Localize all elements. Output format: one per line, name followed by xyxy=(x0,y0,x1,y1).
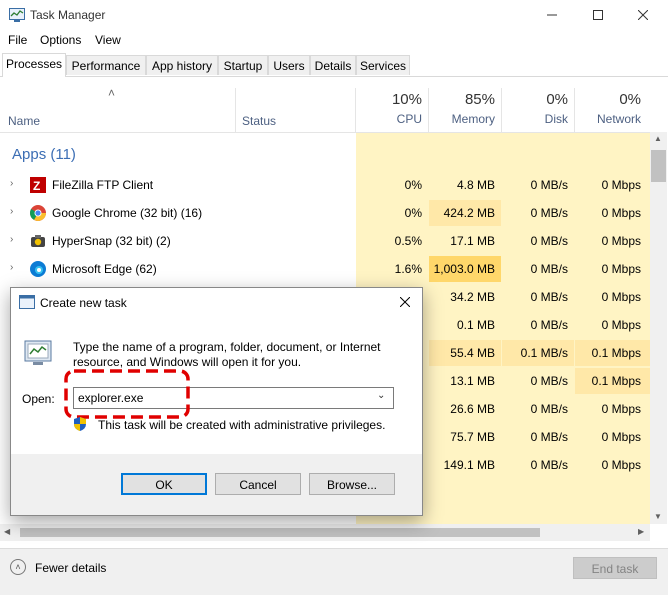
hypersnap-icon xyxy=(31,235,45,247)
end-task-button[interactable]: End task xyxy=(573,557,657,579)
expand-chevron-icon[interactable]: › xyxy=(10,206,13,217)
menu-file[interactable]: File xyxy=(8,33,27,47)
header-status[interactable]: Status xyxy=(242,114,276,128)
maximize-button[interactable] xyxy=(575,0,621,30)
chevron-down-icon[interactable]: ⌄ xyxy=(377,390,385,401)
scroll-down-icon[interactable]: ▼ xyxy=(654,512,662,521)
tab-performance[interactable]: Performance xyxy=(66,55,146,75)
header-network[interactable]: 0% Network xyxy=(575,91,641,126)
menu-view[interactable]: View xyxy=(95,33,121,47)
minimize-button[interactable] xyxy=(529,0,575,30)
filezilla-icon: Z xyxy=(30,177,46,193)
svg-text:Z: Z xyxy=(33,179,40,193)
table-row[interactable]: 149.1 MB 0 MB/s 0 Mbps xyxy=(421,452,650,478)
expand-chevron-icon[interactable]: › xyxy=(10,234,13,245)
title-bar: Task Manager xyxy=(0,0,668,30)
header-cpu[interactable]: 10% CPU xyxy=(356,91,422,126)
maximize-icon xyxy=(593,10,603,20)
table-row[interactable]: 26.6 MB 0 MB/s 0 Mbps xyxy=(421,396,650,422)
scroll-up-icon[interactable]: ▲ xyxy=(654,134,662,143)
tab-users[interactable]: Users xyxy=(268,55,310,75)
collapse-chevron-icon[interactable]: ˄ xyxy=(10,559,26,575)
task-manager-icon xyxy=(9,8,25,22)
table-row[interactable]: 34.2 MB 0 MB/s 0 Mbps xyxy=(421,284,650,310)
header-name[interactable]: Name xyxy=(8,114,40,128)
expand-chevron-icon[interactable]: › xyxy=(10,262,13,273)
browse-button[interactable]: Browse... xyxy=(309,473,395,495)
close-button[interactable] xyxy=(620,0,666,30)
header-disk[interactable]: 0% Disk xyxy=(502,91,568,126)
table-row[interactable]: › HyperSnap (32 bit) (2) 0.5% 17.1 MB 0 … xyxy=(0,228,650,254)
minimize-icon xyxy=(547,14,557,16)
table-row[interactable]: 13.1 MB 0 MB/s 0.1 Mbps xyxy=(421,368,650,394)
tab-startup[interactable]: Startup xyxy=(218,55,268,75)
dialog-close-button[interactable] xyxy=(395,292,415,312)
close-icon xyxy=(638,10,648,20)
table-row[interactable]: › Microsoft Edge (62) 1.6% 1,003.0 MB 0 … xyxy=(0,256,650,282)
close-icon xyxy=(400,297,410,307)
tab-services[interactable]: Services xyxy=(356,55,410,75)
admin-note: This task will be created with administr… xyxy=(98,418,386,432)
edge-icon xyxy=(30,261,46,277)
tab-app-history[interactable]: App history xyxy=(146,55,218,75)
header-memory[interactable]: 85% Memory xyxy=(429,91,495,126)
table-row[interactable]: 55.4 MB 0.1 MB/s 0.1 Mbps xyxy=(421,340,650,366)
chrome-icon xyxy=(30,205,46,221)
menu-options[interactable]: Options xyxy=(40,33,81,47)
vertical-scroll-thumb[interactable] xyxy=(651,150,666,182)
expand-chevron-icon[interactable]: › xyxy=(10,178,13,189)
horizontal-scroll-thumb[interactable] xyxy=(20,528,540,537)
table-row[interactable]: 75.7 MB 0 MB/s 0 Mbps xyxy=(421,424,650,450)
admin-shield-icon xyxy=(74,417,86,431)
table-row[interactable]: › Z FileZilla FTP Client 0% 4.8 MB 0 MB/… xyxy=(0,172,650,198)
dialog-title: Create new task xyxy=(40,296,127,310)
tab-details[interactable]: Details xyxy=(310,55,356,75)
fewer-details-link[interactable]: Fewer details xyxy=(35,561,106,575)
scroll-right-icon[interactable]: ▶ xyxy=(638,527,644,536)
table-row[interactable]: 0.1 MB 0 MB/s 0 Mbps xyxy=(421,312,650,338)
open-label: Open: xyxy=(22,392,55,406)
sort-up-icon: ˄ xyxy=(108,86,116,100)
ok-button[interactable]: OK xyxy=(121,473,207,495)
window-title: Task Manager xyxy=(30,8,106,22)
tab-processes[interactable]: Processes xyxy=(2,53,66,77)
dialog-description: Type the name of a program, folder, docu… xyxy=(73,340,381,369)
cancel-button[interactable]: Cancel xyxy=(215,473,301,495)
vertical-scrollbar[interactable] xyxy=(650,132,667,524)
create-new-task-dialog: Create new task Type the name of a progr… xyxy=(10,287,423,516)
program-run-icon xyxy=(24,340,52,365)
table-row[interactable]: › Google Chrome (32 bit) (16) 0% 424.2 M… xyxy=(0,200,650,226)
group-apps-label[interactable]: Apps (11) xyxy=(12,146,76,163)
scroll-left-icon[interactable]: ◀ xyxy=(4,527,10,536)
run-dialog-icon xyxy=(19,295,35,309)
